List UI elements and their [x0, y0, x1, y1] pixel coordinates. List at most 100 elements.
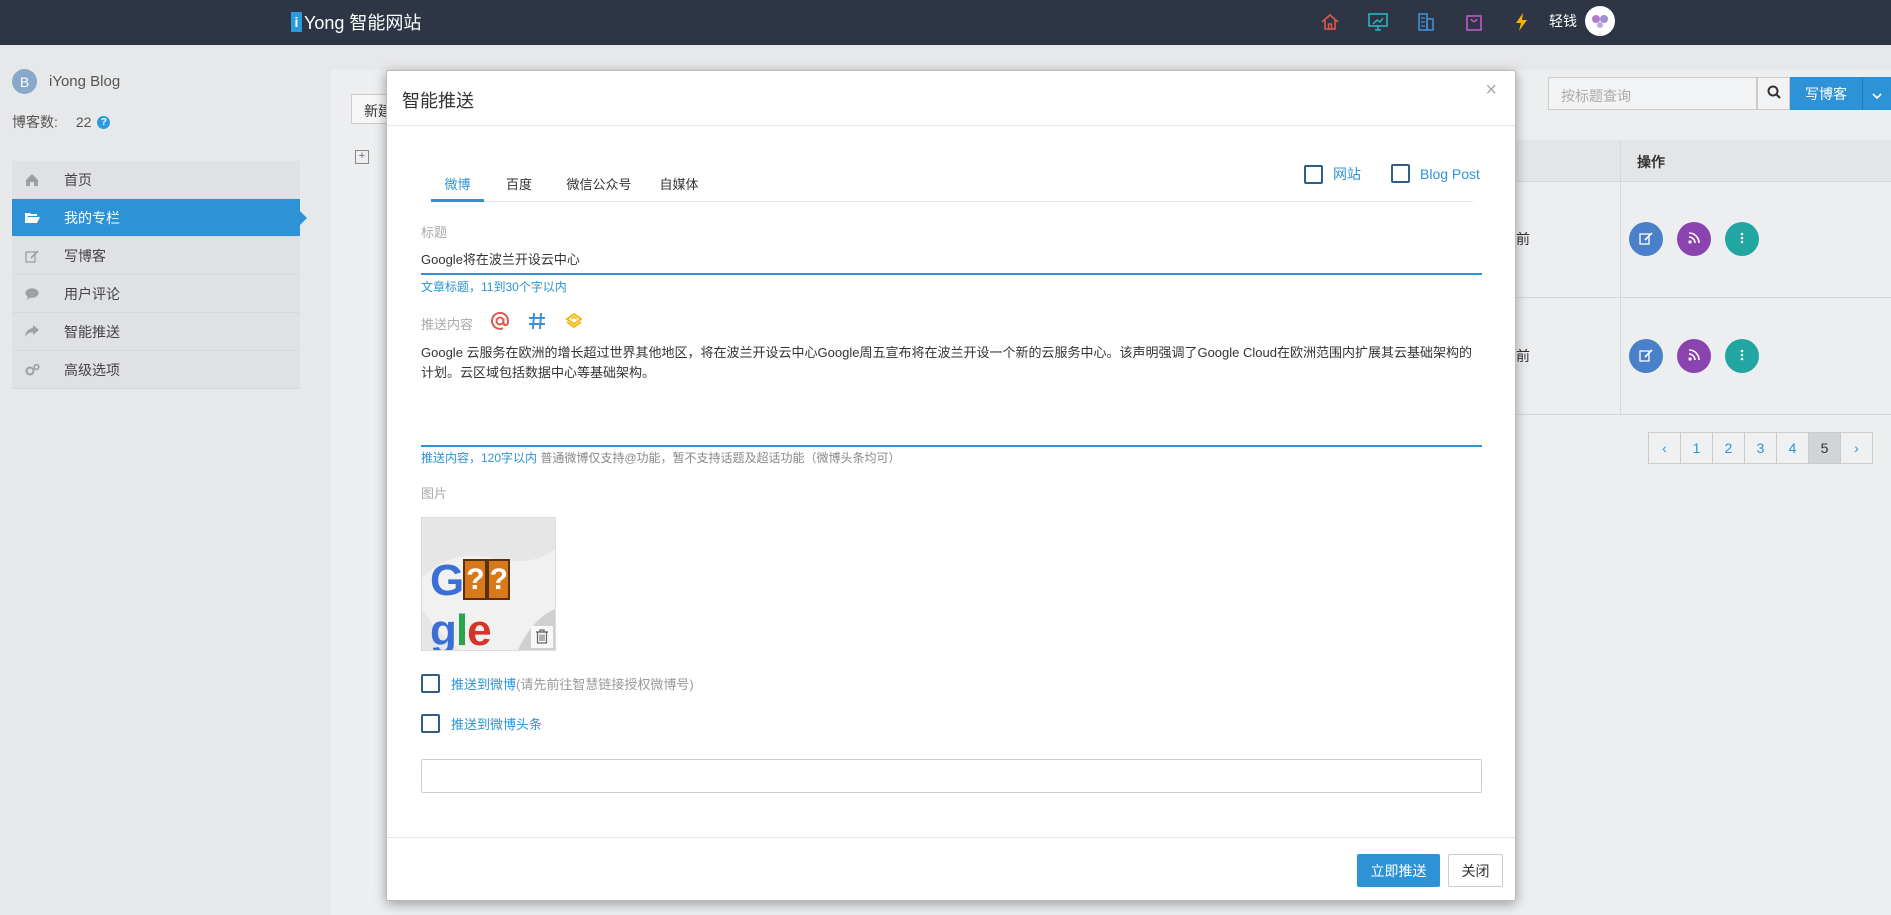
building-icon[interactable] [1412, 8, 1440, 36]
avatar[interactable] [1585, 6, 1615, 36]
page-4[interactable]: 4 [1776, 432, 1809, 464]
search-icon [1767, 85, 1781, 102]
edit-button[interactable] [1629, 339, 1663, 373]
push-toutiao-option[interactable]: 推送到微博头条 [421, 714, 542, 733]
sidebar-item-write-blog[interactable]: 写博客 [12, 237, 300, 275]
edit-icon [12, 237, 52, 275]
more-vertical-icon [1740, 348, 1744, 364]
blog-count-label: 博客数: [12, 114, 58, 130]
page-1[interactable]: 1 [1680, 432, 1713, 464]
title-label: 标题 [421, 225, 448, 240]
page-prev[interactable]: ‹ [1648, 432, 1681, 464]
page-5[interactable]: 5 [1808, 432, 1841, 464]
tab-wechat[interactable]: 微信公众号 [560, 158, 638, 202]
rss-icon [1688, 348, 1700, 364]
rss-icon [1688, 231, 1700, 247]
home-icon[interactable] [1316, 8, 1344, 36]
ops-column-header: 操作 [1637, 154, 1665, 170]
image-letter: ? [486, 559, 510, 600]
website-checkbox[interactable] [1304, 164, 1323, 184]
modal-header: 智能推送 × [387, 71, 1515, 126]
blog-post-checkbox[interactable] [1391, 164, 1410, 183]
sidebar-item-advanced[interactable]: 高级选项 [12, 351, 300, 389]
image-letter: ? [463, 559, 487, 600]
search-input[interactable]: 按标题查询 [1548, 77, 1757, 110]
content-label: 推送内容 [421, 317, 474, 332]
close-icon[interactable]: × [1485, 79, 1497, 102]
content-help: 推送内容，120字以内 普通微博仅支持@功能，暂不支持话题及超话功能（微博头条均… [421, 449, 901, 466]
more-button[interactable] [1725, 339, 1759, 373]
brand-text: Yong 智能网站 [304, 13, 422, 33]
rss-button[interactable] [1677, 222, 1711, 256]
trash-icon [534, 628, 550, 647]
close-button[interactable]: 关闭 [1448, 854, 1503, 887]
expand-icon[interactable]: + [355, 150, 369, 164]
super-topic-icon[interactable] [564, 313, 584, 329]
chevron-down-icon [1872, 86, 1882, 102]
tab-baidu[interactable]: 百度 [499, 158, 539, 202]
blog-header: B iYong Blog [12, 69, 120, 94]
page-next[interactable]: › [1840, 432, 1873, 464]
content-textarea[interactable]: Google 云服务在欧洲的增长超过世界其他地区，将在波兰开设云中心Google… [421, 342, 1482, 447]
brand-i-mark: i [291, 12, 302, 32]
page-2[interactable]: 2 [1712, 432, 1745, 464]
sidebar-item-comments[interactable]: 用户评论 [12, 275, 300, 313]
push-toutiao-checkbox[interactable] [421, 714, 440, 733]
sidebar-item-label: 首页 [64, 171, 92, 188]
title-input[interactable]: Google将在波兰开设云中心 [421, 245, 1482, 275]
user-menu[interactable]: 轻钱 [1549, 6, 1615, 36]
hashtag-icon[interactable] [528, 312, 546, 330]
username: 轻钱 [1549, 13, 1577, 29]
sidebar-item-my-column[interactable]: 我的专栏 [12, 199, 307, 237]
sidebar-item-label: 写博客 [64, 247, 106, 264]
image-letter: e [467, 606, 492, 651]
monitor-icon[interactable] [1364, 8, 1392, 36]
row-time: 前 [1516, 231, 1530, 247]
image-letter: g [430, 606, 457, 651]
sidebar-item-smart-push[interactable]: 智能推送 [12, 313, 300, 351]
push-image-thumbnail[interactable]: G? ?gle [421, 517, 556, 651]
option-blog-post[interactable]: Blog Post [1391, 164, 1480, 183]
title-help: 文章标题，11到30个字以内 [421, 280, 567, 294]
top-icon-group [1316, 8, 1556, 36]
edit-button[interactable] [1629, 222, 1663, 256]
image-letter: G [430, 556, 464, 605]
column-divider [1620, 140, 1621, 415]
rss-button[interactable] [1677, 339, 1711, 373]
help-icon[interactable]: ? [97, 115, 111, 129]
write-blog-dropdown[interactable] [1862, 77, 1891, 110]
tab-self-media[interactable]: 自媒体 [653, 158, 705, 202]
sidebar-item-home[interactable]: 首页 [12, 161, 300, 199]
blog-count: 博客数: 22 ? [12, 112, 111, 132]
option-website-label: 网站 [1333, 166, 1361, 182]
sidebar-item-label: 我的专栏 [64, 209, 120, 226]
push-weibo-checkbox[interactable] [421, 674, 440, 693]
option-website[interactable]: 网站 [1304, 164, 1361, 184]
page-3[interactable]: 3 [1744, 432, 1777, 464]
folder-open-icon [12, 199, 52, 237]
delete-image-button[interactable] [531, 626, 553, 648]
tab-weibo[interactable]: 微博 [431, 158, 484, 202]
content-help-main: 推送内容，120字以内 [421, 451, 538, 465]
at-icon[interactable] [490, 311, 510, 331]
extra-input[interactable] [421, 759, 1482, 793]
content-tools [490, 311, 602, 331]
row-separator [1516, 414, 1891, 415]
lightning-icon[interactable] [1508, 8, 1536, 36]
smart-push-modal: 智能推送 × 微博 百度 微信公众号 自媒体 网站 Blog Post 标题 G… [386, 70, 1516, 901]
sidebar-item-label: 用户评论 [64, 285, 120, 302]
write-blog-button[interactable]: 写博客 [1790, 77, 1862, 110]
push-now-button[interactable]: 立即推送 [1357, 854, 1440, 887]
table-header [1516, 140, 1891, 182]
comment-icon [12, 275, 52, 313]
more-button[interactable] [1725, 222, 1759, 256]
row-time: 前 [1516, 348, 1530, 364]
sidebar-item-label: 高级选项 [64, 361, 120, 378]
search-button[interactable] [1757, 77, 1790, 110]
bag-icon[interactable] [1460, 8, 1488, 36]
blog-name: iYong Blog [49, 73, 121, 90]
brand-logo[interactable]: i Yong 智能网站 [291, 9, 421, 35]
push-weibo-note: (请先前往智慧链接授权微博号) [516, 677, 694, 692]
push-weibo-option[interactable]: 推送到微博 (请先前往智慧链接授权微博号) [421, 674, 694, 693]
row-separator [1516, 297, 1891, 298]
